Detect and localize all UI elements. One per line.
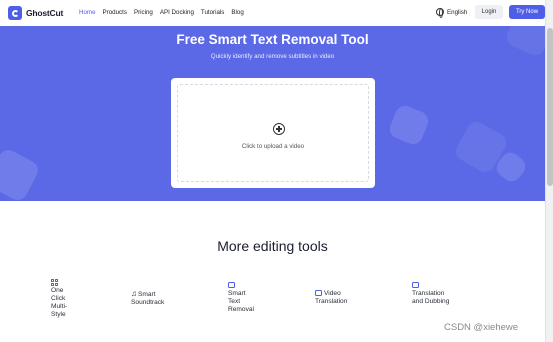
upload-card[interactable]: Click to upload a video — [171, 78, 375, 188]
video-icon — [315, 290, 322, 297]
grid-icon — [51, 279, 58, 286]
decorative-shape — [0, 146, 42, 201]
hero-subtitle: Quickly identify and remove subtitles in… — [210, 53, 335, 60]
scrollbar-thumb[interactable] — [547, 28, 553, 186]
upload-dropzone[interactable]: Click to upload a video — [177, 84, 369, 182]
tool-one-click-multi-style[interactable]: One Click Multi-Style — [51, 279, 75, 319]
hero-title: Free Smart Text Removal Tool — [176, 32, 369, 47]
main-menu: Home Products Pricing API Docking Tutori… — [79, 9, 251, 16]
try-now-button[interactable]: Try Now — [509, 5, 545, 19]
login-button[interactable]: Login — [475, 5, 503, 19]
globe-icon — [436, 8, 444, 18]
nav-pricing[interactable]: Pricing — [134, 9, 153, 16]
brand-name: GhostCut — [26, 8, 64, 18]
page-scrollbar[interactable] — [545, 0, 553, 342]
tools-section-title: More editing tools — [217, 238, 328, 254]
video-icon — [412, 282, 419, 289]
hero-section: Free Smart Text Removal Tool Quickly ide… — [0, 26, 545, 201]
nav-home[interactable]: Home — [79, 9, 96, 16]
tool-smart-soundtrack[interactable]: ♫Smart Soundtrack — [131, 290, 181, 307]
nav-api-docking[interactable]: API Docking — [160, 9, 194, 16]
language-label: English — [447, 8, 468, 16]
tool-label: Smart Text Removal — [228, 290, 255, 313]
tool-label: One Click Multi-Style — [51, 287, 68, 318]
brand-logo[interactable]: GhostCut — [8, 6, 63, 20]
upload-prompt: Click to upload a video — [241, 143, 305, 150]
video-icon — [228, 282, 235, 289]
tool-label: Translation and Dubbing — [412, 290, 450, 305]
watermark: CSDN @xiehewe — [444, 322, 519, 333]
ghostcut-logo-icon — [8, 6, 22, 20]
tool-smart-text-removal[interactable]: Smart Text Removal — [228, 282, 258, 314]
tool-video-translation[interactable]: Video Translation — [315, 290, 365, 306]
nav-tutorials[interactable]: Tutorials — [201, 9, 225, 16]
language-selector[interactable]: English — [436, 8, 468, 18]
nav-products[interactable]: Products — [103, 9, 127, 16]
tool-translation-and-dubbing[interactable]: Translation and Dubbing — [412, 282, 452, 306]
music-note-icon: ♫ — [131, 289, 137, 298]
nav-blog[interactable]: Blog — [231, 9, 243, 16]
decorative-shape — [386, 102, 432, 148]
top-navbar: GhostCut Home Products Pricing API Docki… — [0, 0, 545, 26]
add-circle-icon[interactable] — [273, 123, 285, 135]
